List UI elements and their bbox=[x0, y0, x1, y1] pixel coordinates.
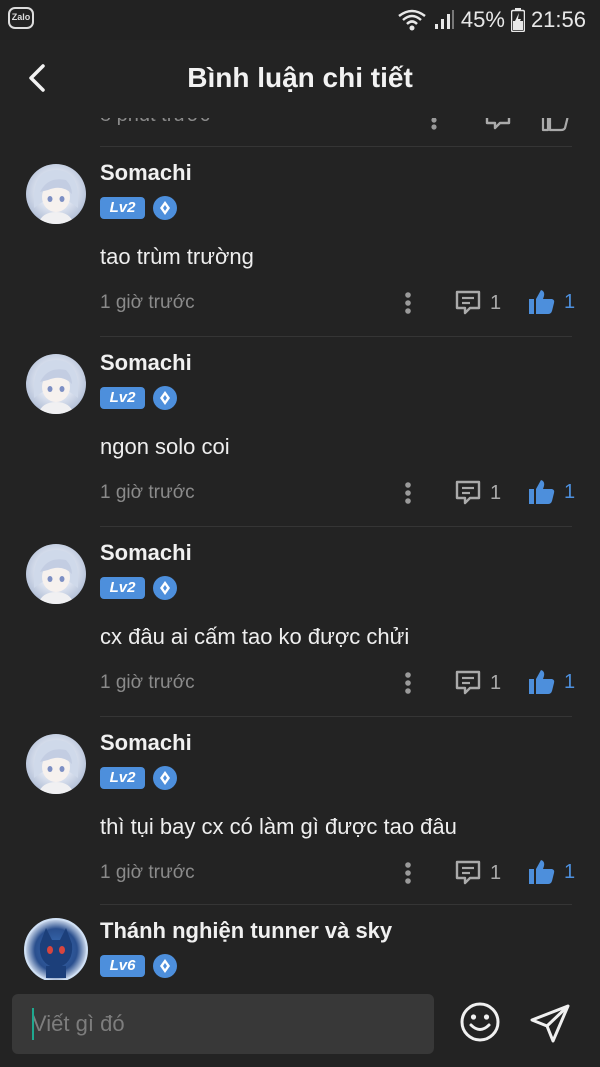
user-badges: Lv2 bbox=[100, 766, 177, 790]
thumbs-up-icon bbox=[529, 290, 555, 314]
user-badges: Lv2 bbox=[100, 196, 177, 220]
thumbs-up-icon bbox=[529, 860, 555, 884]
more-vertical-icon bbox=[405, 292, 411, 314]
level-badge: Lv2 bbox=[100, 197, 145, 219]
reply-count: 1 bbox=[490, 861, 502, 884]
send-icon bbox=[530, 1004, 570, 1043]
rank-badge-icon bbox=[153, 576, 177, 600]
reply-count: 1 bbox=[490, 291, 502, 314]
like-button[interactable]: 1 bbox=[528, 286, 575, 318]
comment-icon bbox=[455, 860, 481, 885]
page-title: Bình luận chi tiết bbox=[187, 62, 413, 93]
comment-item: Somachi Lv2 tao trùm trường 1 giờ trước … bbox=[0, 146, 600, 336]
user-badges: Lv6 bbox=[100, 954, 177, 978]
reply-button[interactable]: 1 bbox=[454, 668, 501, 698]
wifi-icon bbox=[397, 8, 427, 32]
avatar[interactable] bbox=[26, 544, 86, 604]
avatar[interactable] bbox=[26, 354, 86, 414]
reply-button[interactable]: 1 bbox=[454, 858, 501, 888]
comment-text: thì tụi bay cx có làm gì được tao đâu bbox=[100, 814, 457, 839]
level-badge: Lv2 bbox=[100, 767, 145, 789]
signal-icon bbox=[433, 9, 455, 31]
more-vertical-icon bbox=[405, 482, 411, 504]
app-screen: Zalo 45% 21:56 Bình luận chi tiết Somach… bbox=[0, 0, 600, 1067]
author-name[interactable]: Thánh nghiện tunner và sky bbox=[100, 918, 392, 944]
avatar[interactable] bbox=[24, 918, 88, 980]
author-name[interactable]: Somachi bbox=[100, 160, 192, 186]
thumbs-up-icon bbox=[529, 670, 555, 694]
reply-count: 1 bbox=[490, 671, 502, 694]
more-options-button[interactable] bbox=[398, 288, 418, 318]
comment-icon bbox=[455, 670, 481, 695]
avatar[interactable] bbox=[26, 164, 86, 224]
rank-badge-icon bbox=[153, 766, 177, 790]
comment-item: Thánh nghiện tunner và sky Lv6 bbox=[0, 904, 600, 980]
like-count: 1 bbox=[564, 670, 576, 693]
like-count: 1 bbox=[564, 480, 576, 503]
comment-text: tao trùm trường bbox=[100, 244, 254, 269]
author-name[interactable]: Somachi bbox=[100, 350, 192, 376]
rank-badge-icon bbox=[153, 386, 177, 410]
comment-time: 1 giờ trước bbox=[100, 672, 195, 693]
comment-item: Somachi Lv2 thì tụi bay cx có làm gì đượ… bbox=[0, 716, 600, 906]
comment-time: 1 giờ trước bbox=[100, 482, 195, 503]
clock: 21:56 bbox=[530, 7, 586, 32]
user-badges: Lv2 bbox=[100, 386, 177, 410]
status-indicators: 45% 21:56 bbox=[397, 6, 586, 34]
more-options-button[interactable] bbox=[398, 858, 418, 888]
comment-icon bbox=[455, 290, 481, 315]
author-name[interactable]: Somachi bbox=[100, 730, 192, 756]
avatar[interactable] bbox=[26, 734, 86, 794]
more-vertical-icon bbox=[405, 672, 411, 694]
zalo-app-icon: Zalo bbox=[8, 7, 34, 29]
more-options-button[interactable] bbox=[398, 668, 418, 698]
like-count: 1 bbox=[564, 290, 576, 313]
like-button[interactable]: 1 bbox=[528, 666, 575, 698]
send-button[interactable] bbox=[528, 1000, 574, 1046]
comment-text: ngon solo coi bbox=[100, 434, 230, 459]
comment-time: 1 giờ trước bbox=[100, 862, 195, 883]
comment-time: 1 giờ trước bbox=[100, 292, 195, 313]
more-options-button[interactable] bbox=[398, 478, 418, 508]
comment-list[interactable]: 8 phút trước bbox=[0, 96, 600, 980]
like-button[interactable]: 1 bbox=[528, 856, 575, 888]
user-badges: Lv2 bbox=[100, 576, 177, 600]
rank-badge-icon bbox=[153, 954, 177, 978]
smiley-icon bbox=[460, 1002, 500, 1042]
comment-input[interactable] bbox=[12, 994, 434, 1054]
reply-count: 1 bbox=[490, 481, 502, 504]
battery-icon bbox=[510, 8, 525, 32]
level-badge: Lv6 bbox=[100, 955, 145, 977]
reply-button[interactable]: 1 bbox=[454, 478, 501, 508]
text-cursor bbox=[32, 1008, 34, 1040]
list-top-fade bbox=[0, 96, 600, 118]
more-vertical-icon bbox=[405, 862, 411, 884]
rank-badge-icon bbox=[153, 196, 177, 220]
like-count: 1 bbox=[564, 860, 576, 883]
like-button[interactable]: 1 bbox=[528, 476, 575, 508]
comment-item: Somachi Lv2 cx đâu ai cấm tao ko được ch… bbox=[0, 526, 600, 716]
reply-button[interactable]: 1 bbox=[454, 288, 501, 318]
level-badge: Lv2 bbox=[100, 577, 145, 599]
level-badge: Lv2 bbox=[100, 387, 145, 409]
emoji-button[interactable] bbox=[458, 1000, 502, 1044]
status-bar: Zalo 45% 21:56 bbox=[0, 0, 600, 40]
comment-text: cx đâu ai cấm tao ko được chửi bbox=[100, 624, 410, 649]
author-name[interactable]: Somachi bbox=[100, 540, 192, 566]
thumbs-up-icon bbox=[529, 480, 555, 504]
comment-composer bbox=[0, 980, 600, 1067]
comment-icon bbox=[455, 480, 481, 505]
battery-percent: 45% bbox=[460, 7, 505, 32]
comment-item: Somachi Lv2 ngon solo coi 1 giờ trước 1 … bbox=[0, 336, 600, 526]
